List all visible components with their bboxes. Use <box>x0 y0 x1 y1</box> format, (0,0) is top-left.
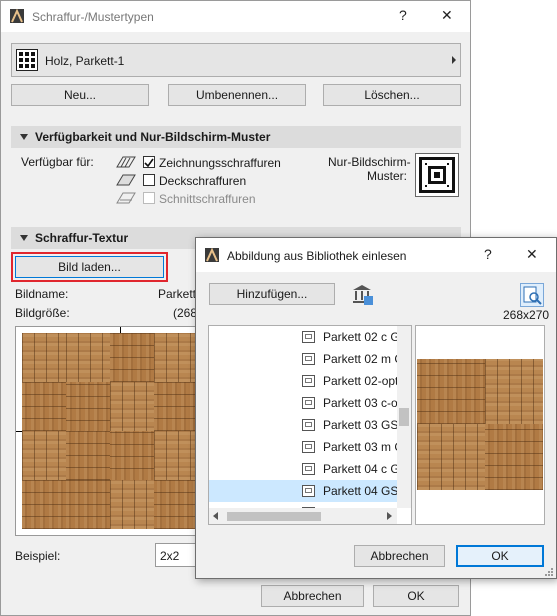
list-horizontal-scrollbar[interactable] <box>209 508 397 524</box>
list-item[interactable]: Parkett 03 m G <box>209 436 404 458</box>
list-item[interactable]: Parkett 04 c GS <box>209 458 408 480</box>
fill-type-selector[interactable]: Holz, Parkett-1 <box>11 43 461 77</box>
screen-only-label-line2: Muster: <box>367 169 408 183</box>
archicad-logo-icon <box>205 247 219 262</box>
drafting-fills-label: Zeichnungsschraffuren <box>159 156 281 170</box>
help-button[interactable]: ? <box>399 7 407 23</box>
cover-fill-icon <box>116 173 136 190</box>
delete-button[interactable]: Löschen... <box>323 84 461 106</box>
library-image-dialog: Abbildung aus Bibliothek einlesen ? ✕ Hi… <box>195 237 557 579</box>
resize-grip-icon[interactable] <box>544 566 554 576</box>
add-button[interactable]: Hinzufügen... <box>209 283 335 305</box>
library-close-button[interactable]: ✕ <box>526 246 538 263</box>
list-vertical-scrollbar[interactable] <box>397 326 411 508</box>
screen-only-label-line1: Nur-Bildschirm- <box>328 155 411 169</box>
drafting-fills-checkbox[interactable] <box>143 156 155 168</box>
image-file-icon <box>302 485 315 497</box>
dropdown-arrow-icon <box>452 56 456 64</box>
screen-only-pattern-swatch[interactable] <box>415 153 459 197</box>
available-for-label: Verfügbar für: <box>21 155 94 169</box>
cut-fills-label: Schnittschraffuren <box>159 192 256 206</box>
list-item[interactable]: Parkett 02-opt <box>209 370 399 392</box>
main-dialog-title: Schraffur-/Mustertypen <box>32 10 154 24</box>
texture-section-title: Schraffur-Textur <box>35 231 129 245</box>
scroll-right-icon[interactable] <box>387 512 392 520</box>
image-name-label: Bildname: <box>15 287 69 301</box>
library-cancel-button[interactable]: Abbrechen <box>354 545 445 567</box>
cover-fills-checkbox[interactable] <box>143 174 155 186</box>
image-file-icon <box>302 419 315 431</box>
main-titlebar: Schraffur-/Mustertypen ? ✕ <box>1 1 470 32</box>
example-value: 2x2 <box>160 549 180 563</box>
library-ok-button[interactable]: OK <box>456 545 544 567</box>
cut-fills-checkbox[interactable] <box>143 192 155 204</box>
list-item[interactable]: Parkett 03 c-op <box>209 392 404 414</box>
library-file-list[interactable]: Parkett 02 c GS Parkett 02 m G Parkett 0… <box>208 325 412 525</box>
library-help-button[interactable]: ? <box>484 246 492 262</box>
image-file-icon <box>302 375 315 387</box>
texture-preview <box>15 326 205 536</box>
selected-fill-name: Holz, Parkett-1 <box>45 54 125 68</box>
image-size-value: (268 <box>173 306 198 320</box>
collapse-triangle-icon <box>20 235 28 241</box>
drafting-fill-icon <box>116 155 136 172</box>
example-label: Beispiel: <box>15 549 61 563</box>
image-file-icon <box>302 463 315 475</box>
list-item[interactable]: Parkett 02 c GS <box>209 326 408 348</box>
load-image-button[interactable]: Bild laden... <box>15 256 164 278</box>
availability-section-header[interactable]: Verfügbarkeit und Nur-Bildschirm-Muster <box>11 126 461 148</box>
image-file-icon <box>302 397 315 409</box>
hatch-pattern-icon <box>16 49 38 71</box>
close-button[interactable]: ✕ <box>441 7 453 24</box>
cover-fills-label: Deckschraffuren <box>159 174 247 188</box>
library-titlebar: Abbildung aus Bibliothek einlesen ? ✕ <box>196 238 556 272</box>
main-cancel-button[interactable]: Abbrechen <box>261 585 364 607</box>
image-file-icon <box>302 353 315 365</box>
preview-size-label: 268x270 <box>503 308 550 322</box>
image-file-icon <box>302 331 315 343</box>
cut-fill-icon <box>116 191 136 208</box>
list-item[interactable]: Parkett 02 m G <box>209 348 404 370</box>
availability-section-title: Verfügbarkeit und Nur-Bildschirm-Muster <box>35 130 271 144</box>
main-ok-button[interactable]: OK <box>373 585 459 607</box>
scrollbar-thumb[interactable] <box>227 512 321 521</box>
new-button[interactable]: Neu... <box>11 84 149 106</box>
library-image-preview <box>415 325 545 525</box>
rename-button[interactable]: Umbenennen... <box>168 84 306 106</box>
preview-zoom-icon[interactable] <box>520 283 544 307</box>
archicad-logo-icon <box>10 8 24 23</box>
library-manager-icon[interactable] <box>350 282 374 306</box>
image-size-label: Bildgröße: <box>15 306 70 320</box>
scrollbar-thumb[interactable] <box>399 408 409 426</box>
library-dialog-title: Abbildung aus Bibliothek einlesen <box>227 249 407 263</box>
scroll-left-icon[interactable] <box>213 512 218 520</box>
image-file-icon <box>302 441 315 453</box>
list-item-selected[interactable]: Parkett 04 GS.j <box>209 480 404 502</box>
collapse-triangle-icon <box>20 134 28 140</box>
list-item[interactable]: Parkett 03 GS.j <box>209 414 404 436</box>
image-name-value: Parkett <box>158 287 197 301</box>
